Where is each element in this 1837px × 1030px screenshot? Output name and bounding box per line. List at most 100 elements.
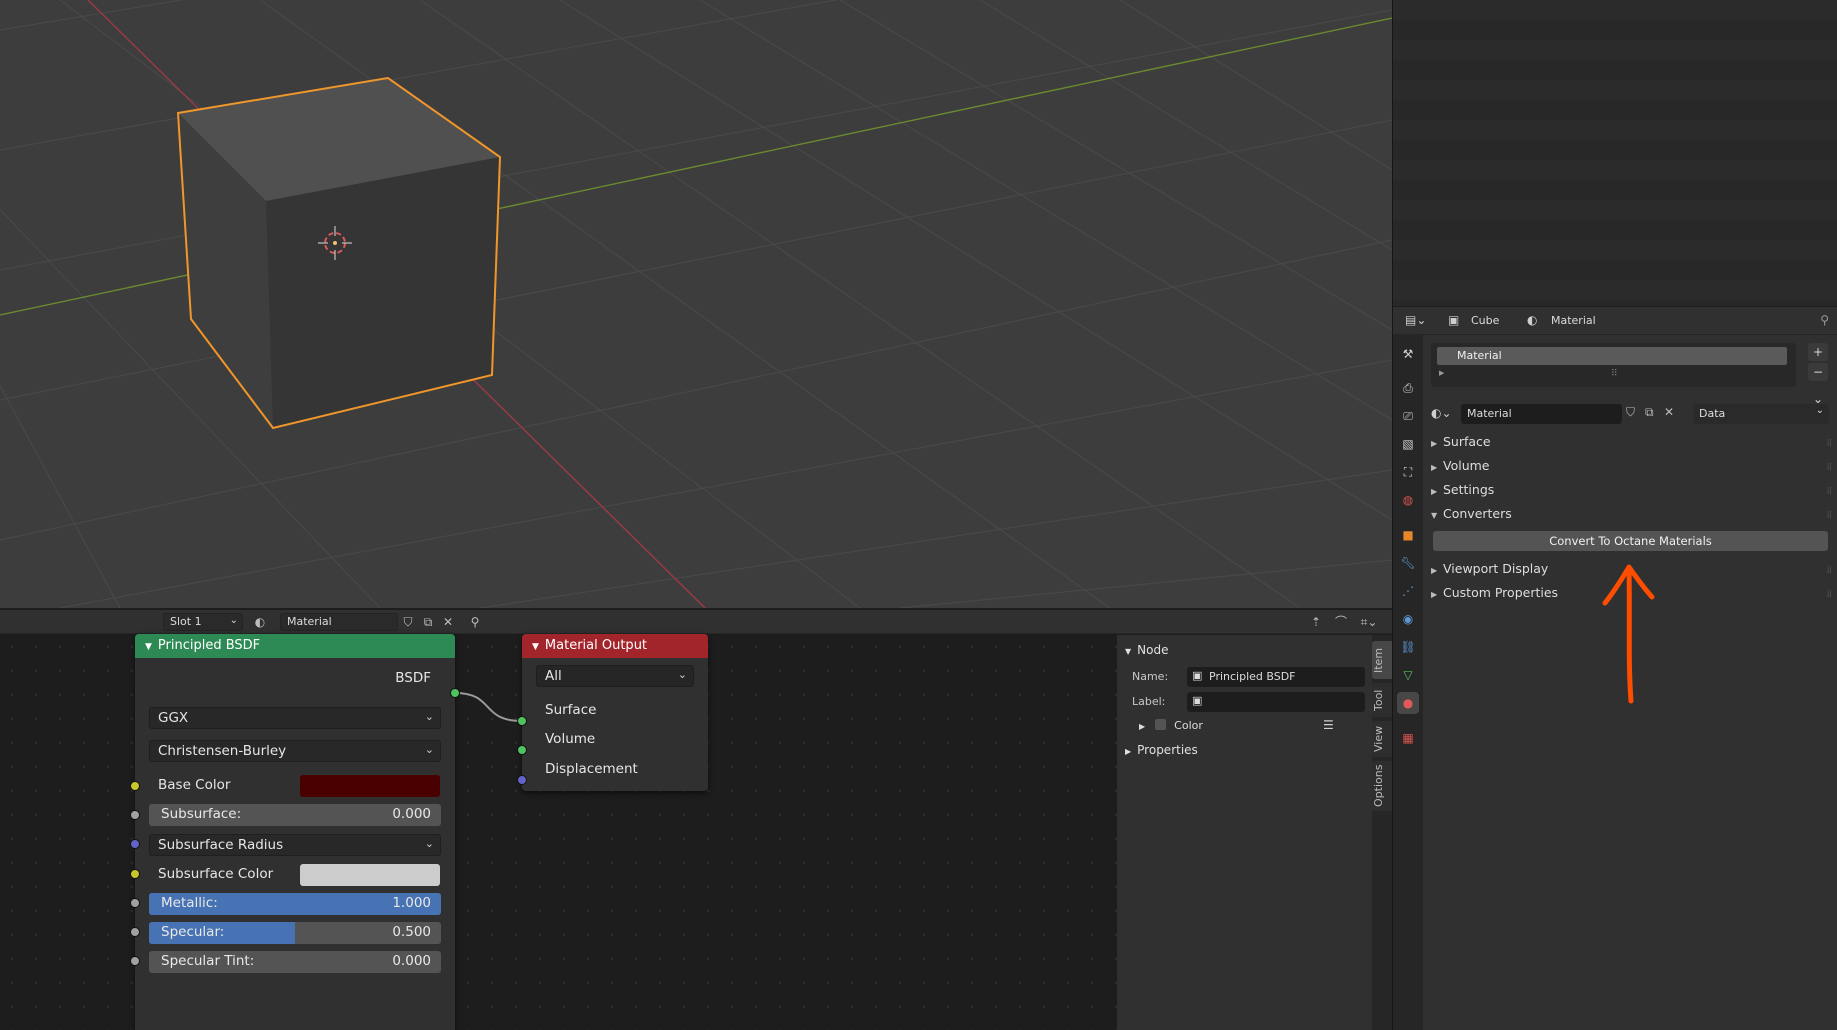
principled-bsdf-node[interactable]: ▼ Principled BSDF BSDF GGX ⌄ Christensen-B… — [135, 634, 455, 1030]
panel-volume[interactable]: ▶ Volume ⁞⁞ — [1431, 458, 1832, 480]
unlink-x-icon[interactable]: ✕ — [440, 614, 456, 630]
pin-icon[interactable]: ⚲ — [467, 614, 483, 630]
unlink-x-icon[interactable]: ✕ — [1664, 405, 1674, 419]
drag-grip-icon[interactable]: ⁞⁞ — [1827, 486, 1832, 497]
metallic-socket[interactable] — [130, 898, 140, 908]
surface-input-socket[interactable] — [517, 716, 527, 726]
link-mode-dropdown[interactable]: Data ⌄ — [1693, 404, 1829, 424]
node-header[interactable]: ▼ Material Output — [522, 634, 708, 658]
3d-viewport[interactable] — [0, 0, 1392, 608]
tab-item[interactable]: Item — [1372, 641, 1392, 679]
tool-tab-icon[interactable]: ⚒ — [1397, 343, 1419, 365]
breadcrumb-material[interactable]: Material — [1551, 314, 1596, 327]
subsurface-method-dropdown[interactable]: Christensen-Burley ⌄ — [149, 740, 441, 762]
breadcrumb-object[interactable]: Cube — [1471, 314, 1499, 327]
node-canvas[interactable]: ▼ Principled BSDF BSDF GGX ⌄ Christensen-B… — [0, 634, 1117, 1030]
color-checkbox[interactable] — [1154, 719, 1166, 730]
panel-viewport-display-label: Viewport Display — [1443, 561, 1549, 576]
outliner-area[interactable] — [1393, 0, 1837, 306]
particles-tab-icon[interactable]: ⋰ — [1397, 580, 1419, 602]
base-color-swatch[interactable] — [300, 775, 440, 797]
texture-tab-icon[interactable]: ▦ — [1397, 727, 1419, 749]
subsurface-color-swatch[interactable] — [300, 864, 440, 886]
drag-grip-icon[interactable]: ⁞⁞ — [1827, 510, 1832, 521]
tab-view[interactable]: View — [1372, 721, 1392, 757]
material-sphere-icon[interactable]: ◐ — [252, 614, 268, 630]
node-label-field[interactable]: ▣ — [1187, 692, 1365, 712]
world-tab-icon[interactable]: ◍ — [1397, 489, 1419, 511]
node-name-value: Principled BSDF — [1209, 670, 1296, 683]
fake-user-shield-icon[interactable]: ⛉ — [1626, 405, 1635, 420]
material-name-input[interactable]: Material — [1461, 404, 1622, 424]
material-slot-list[interactable]: Material ▶ ⠿ — [1431, 343, 1796, 387]
subsurface-color-socket[interactable] — [130, 869, 140, 879]
base-color-socket[interactable] — [130, 781, 140, 791]
material-tab-icon[interactable]: ● — [1397, 692, 1419, 714]
drag-grip-icon[interactable]: ⁞⁞ — [1827, 462, 1832, 473]
render-tab-icon[interactable]: ⎙ — [1397, 377, 1419, 399]
material-name-field[interactable]: Material — [280, 613, 398, 631]
scene-tab-icon[interactable]: ⛶ — [1397, 461, 1419, 483]
view-layer-tab-icon[interactable]: ▧ — [1397, 433, 1419, 455]
duplicate-icon[interactable]: ⧉ — [420, 614, 436, 630]
shader-node-editor[interactable]: Slot 1 ⌄ ◐ Material ⛉ ⧉ ✕ ⚲ ⇡ ⌒ ⌗⌄ ▼ Prin… — [0, 610, 1392, 1030]
parent-node-tree-icon[interactable]: ⇡ — [1308, 614, 1324, 630]
color-subpanel[interactable]: ▶ Color — [1139, 719, 1203, 732]
convert-to-octane-button[interactable]: Convert To Octane Materials — [1433, 531, 1828, 551]
node-name-field[interactable]: ▣ Principled BSDF — [1187, 667, 1365, 687]
specular-tint-socket[interactable] — [130, 956, 140, 966]
resize-grip-icon[interactable]: ⠿ — [1611, 369, 1618, 379]
properties-section-header[interactable]: ▶ Properties — [1125, 743, 1198, 757]
editor-type-icon[interactable]: ▤⌄ — [1405, 313, 1426, 327]
snap-icon[interactable]: ⌒ — [1333, 614, 1349, 630]
drag-grip-icon[interactable]: ⁞⁞ — [1827, 589, 1832, 600]
constraints-tab-icon[interactable]: ⛓ — [1397, 636, 1419, 658]
material-slot-item[interactable]: Material — [1437, 347, 1787, 365]
distribution-dropdown[interactable]: GGX ⌄ — [149, 707, 441, 729]
browse-material-icon[interactable]: ◐⌄ — [1431, 404, 1459, 424]
drag-grip-icon[interactable]: ⁞⁞ — [1827, 565, 1832, 576]
pin-icon[interactable]: ⚲ — [1820, 313, 1829, 327]
viewport-scene[interactable] — [0, 0, 1392, 608]
output-target-dropdown[interactable]: All ⌄ — [536, 665, 694, 687]
remove-slot-button[interactable]: − — [1808, 363, 1828, 381]
panel-surface[interactable]: ▶ Surface ⁞⁞ — [1431, 434, 1832, 456]
specular-slider[interactable]: Specular: 0.500 — [149, 922, 441, 944]
fake-user-shield-icon[interactable]: ⛉ — [400, 614, 416, 630]
bsdf-output-socket[interactable] — [450, 688, 460, 698]
specular-tint-slider[interactable]: Specular Tint: 0.000 — [149, 951, 441, 973]
add-slot-button[interactable]: + — [1808, 343, 1828, 361]
node-section-header[interactable]: ▼ Node — [1125, 643, 1168, 657]
tab-options[interactable]: Options — [1372, 761, 1392, 811]
subsurface-radius-socket[interactable] — [130, 839, 140, 849]
subsurface-radius-dropdown[interactable]: Subsurface Radius ⌄ — [149, 834, 441, 856]
properties-editor[interactable]: ▤⌄ ▣ Cube ◐ Material ⚲ ⚒ ⎙ ⎚ ▧ ⛶ ◍ ■ 🔧︎ … — [1393, 307, 1837, 1030]
expand-triangle-icon[interactable]: ▶ — [1439, 369, 1444, 377]
tab-tool[interactable]: Tool — [1372, 683, 1392, 717]
specular-label: Specular: — [161, 924, 225, 940]
specular-socket[interactable] — [130, 927, 140, 937]
panel-settings[interactable]: ▶ Settings ⁞⁞ — [1431, 482, 1832, 504]
duplicate-icon[interactable]: ⧉ — [1645, 405, 1654, 420]
mesh-data-tab-icon[interactable]: ▽ — [1397, 664, 1419, 686]
chevron-down-icon: ⌄ — [229, 615, 238, 626]
collapse-triangle-icon[interactable]: ▼ — [145, 642, 152, 652]
node-header[interactable]: ▼ Principled BSDF — [135, 634, 455, 658]
material-output-node[interactable]: ▼ Material Output All ⌄ Surface Volume Dis… — [522, 634, 708, 791]
output-tab-icon[interactable]: ⎚ — [1397, 405, 1419, 427]
object-tab-icon[interactable]: ■ — [1397, 524, 1419, 546]
chevron-down-icon: ⌄ — [424, 710, 434, 723]
list-icon[interactable]: ☰ — [1323, 718, 1334, 732]
modifier-wrench-icon[interactable]: 🔧︎ — [1397, 552, 1419, 574]
subsurface-socket[interactable] — [130, 810, 140, 820]
collapse-triangle-icon[interactable]: ▼ — [532, 642, 539, 652]
displacement-input-socket[interactable] — [517, 775, 527, 785]
metallic-slider[interactable]: Metallic: 1.000 — [149, 893, 441, 915]
overlay-icon[interactable]: ⌗⌄ — [1356, 614, 1382, 630]
drag-grip-icon[interactable]: ⁞⁞ — [1827, 438, 1832, 449]
panel-converters[interactable]: ▼ Converters ⁞⁞ — [1431, 506, 1832, 528]
subsurface-slider[interactable]: Subsurface: 0.000 — [149, 804, 441, 826]
physics-tab-icon[interactable]: ◉ — [1397, 608, 1419, 630]
volume-input-socket[interactable] — [517, 745, 527, 755]
slot-dropdown[interactable]: Slot 1 ⌄ — [163, 613, 243, 631]
